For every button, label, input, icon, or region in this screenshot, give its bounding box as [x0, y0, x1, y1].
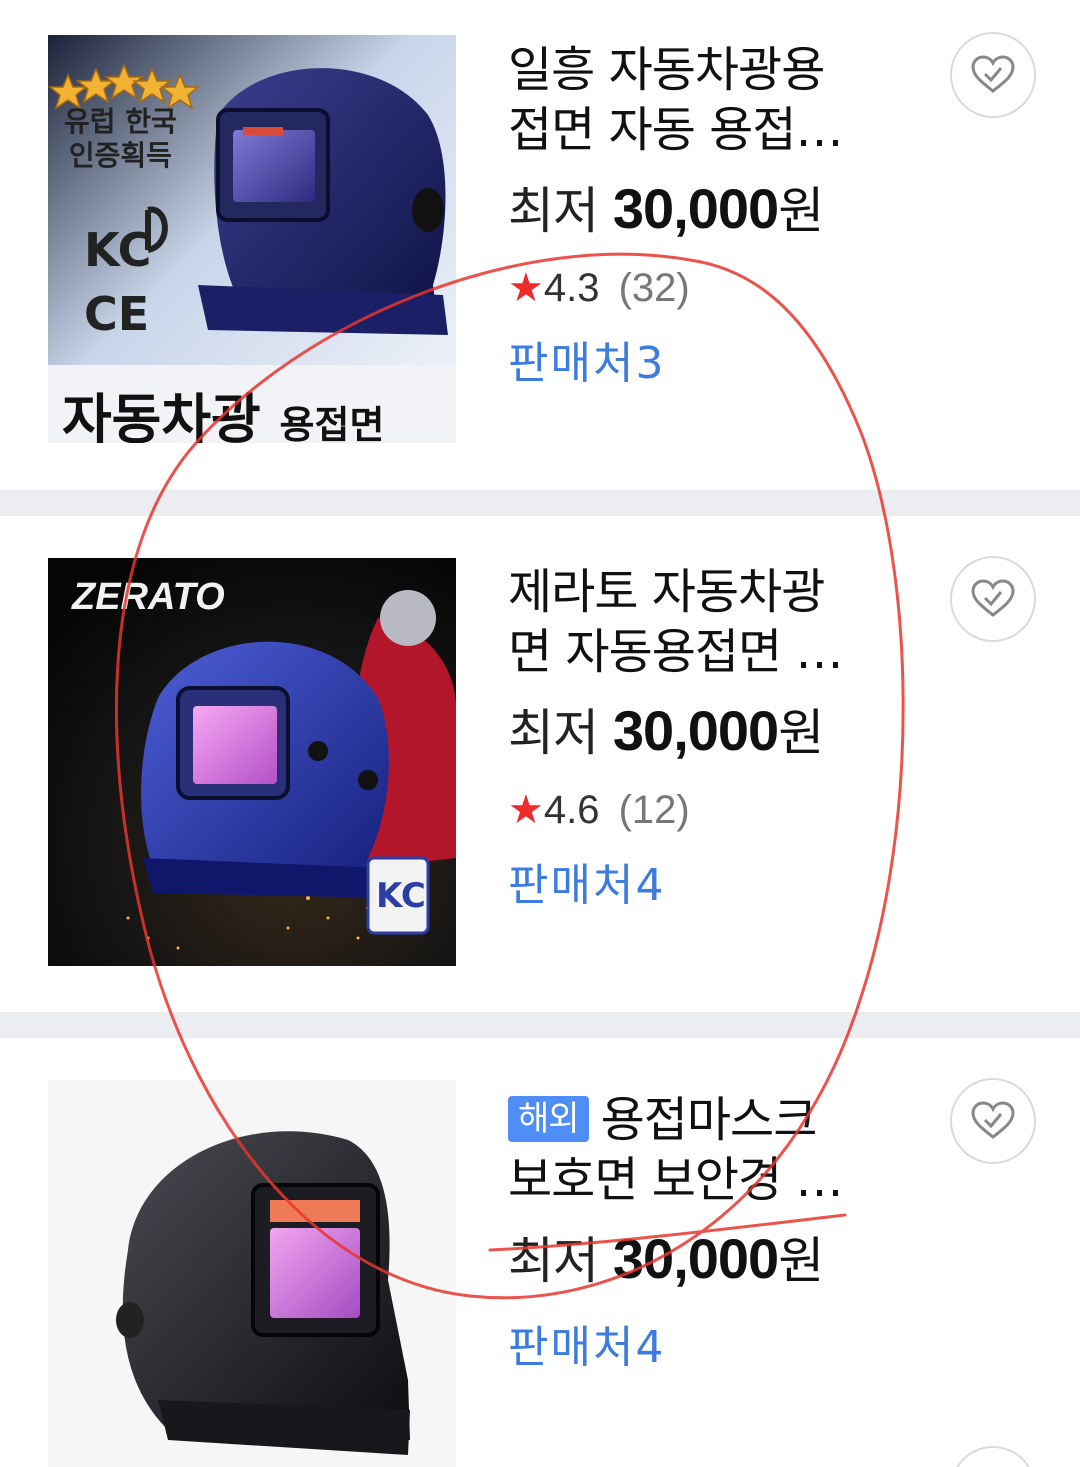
divider — [0, 1012, 1080, 1038]
ce-mark: CE — [84, 287, 150, 341]
seller-count-link[interactable]: 판매처4 — [508, 1320, 908, 1376]
star-icon: ★ — [508, 266, 544, 310]
seller-count-link[interactable]: 판매처4 — [508, 858, 908, 914]
welding-helmet-image — [48, 1080, 456, 1467]
brand-logo: ZERATO — [72, 576, 225, 618]
product-image[interactable]: ZERATO KC — [48, 558, 456, 966]
heart-check-icon — [971, 579, 1015, 617]
image-headline: 자동차광 용접면 — [62, 388, 385, 443]
product-price: 최저 30,000원 — [508, 1227, 824, 1291]
product-item[interactable]: ZERATO KC 제라토 자동차광 면 자동용접면 … 최저 30,000원 … — [0, 516, 1080, 1012]
heart-check-icon — [971, 1101, 1015, 1139]
image-caption: 유럽 한국 인증획득 — [64, 105, 177, 172]
favorite-button[interactable] — [950, 556, 1036, 642]
product-rating: ★4.3 (32) — [508, 266, 690, 310]
product-title[interactable]: 일흥 자동차광용 접면 자동 용접… — [508, 40, 908, 160]
star-icon: ★ — [508, 788, 544, 832]
product-title[interactable]: 해외 용접마스크 보호면 보안경 … — [508, 1090, 908, 1210]
divider — [0, 490, 1080, 516]
product-info: 해외 용접마스크 보호면 보안경 … 최저 30,000원 판매처4 — [508, 1090, 908, 1376]
product-price: 최저 30,000원 — [508, 177, 824, 241]
product-item[interactable]: 해외 용접마스크 보호면 보안경 … 최저 30,000원 판매처4 — [0, 1038, 1080, 1467]
product-title[interactable]: 제라토 자동차광 면 자동용접면 … — [508, 562, 908, 682]
favorite-button[interactable] — [950, 32, 1036, 118]
kc-mark: KC — [84, 223, 152, 277]
favorite-button[interactable] — [950, 1078, 1036, 1164]
product-price: 최저 30,000원 — [508, 699, 824, 763]
overseas-badge: 해외 — [508, 1096, 589, 1142]
product-image[interactable] — [48, 1080, 456, 1467]
seller-count-link[interactable]: 판매처3 — [508, 336, 908, 392]
product-info: 제라토 자동차광 면 자동용접면 … 최저 30,000원 ★4.6 (12) … — [508, 562, 908, 914]
product-image[interactable]: 유럽 한국 인증획득 KC CE 자동차광 용접면 — [48, 35, 456, 443]
product-info: 일흥 자동차광용 접면 자동 용접… 최저 30,000원 ★4.3 (32) … — [508, 40, 908, 392]
product-rating: ★4.6 (12) — [508, 788, 690, 832]
product-item[interactable]: 유럽 한국 인증획득 KC CE 자동차광 용접면 일흥 자동차광용 접면 자동… — [0, 0, 1080, 490]
heart-check-icon — [971, 55, 1015, 93]
kc-mark: KC — [376, 876, 426, 916]
